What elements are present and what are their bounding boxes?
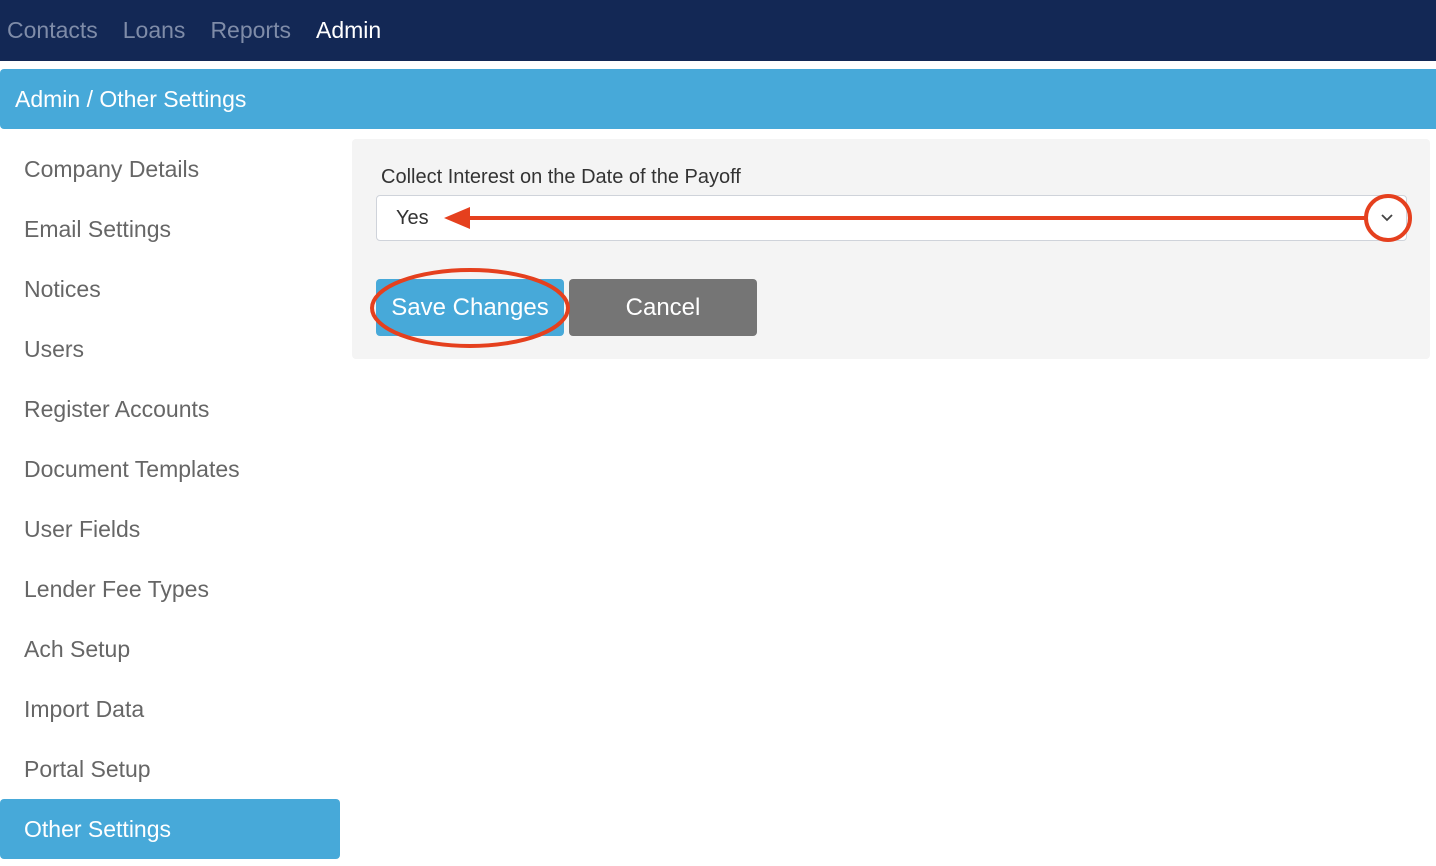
nav-contacts[interactable]: Contacts: [7, 17, 98, 44]
sidebar-item-notices[interactable]: Notices: [0, 259, 340, 319]
collect-interest-label: Collect Interest on the Date of the Payo…: [381, 166, 741, 188]
cancel-button[interactable]: Cancel: [569, 279, 757, 336]
sidebar-item-register-accounts[interactable]: Register Accounts: [0, 379, 340, 439]
nav-reports[interactable]: Reports: [210, 17, 291, 44]
breadcrumb: Admin / Other Settings: [0, 69, 1436, 129]
sidebar-item-document-templates[interactable]: Document Templates: [0, 439, 340, 499]
nav-admin[interactable]: Admin: [316, 17, 381, 44]
sidebar-item-company-details[interactable]: Company Details: [0, 139, 340, 199]
sidebar-item-user-fields[interactable]: User Fields: [0, 499, 340, 559]
sidebar-item-users[interactable]: Users: [0, 319, 340, 379]
settings-panel: Collect Interest on the Date of the Payo…: [352, 139, 1430, 359]
sidebar-item-portal-setup[interactable]: Portal Setup: [0, 739, 340, 799]
save-changes-button[interactable]: Save Changes: [376, 279, 564, 336]
sidebar-item-ach-setup[interactable]: Ach Setup: [0, 619, 340, 679]
nav-loans[interactable]: Loans: [123, 17, 186, 44]
select-value: Yes: [396, 206, 429, 229]
sidebar-item-email-settings[interactable]: Email Settings: [0, 199, 340, 259]
sidebar: Company Details Email Settings Notices U…: [0, 139, 340, 859]
top-navigation: Contacts Loans Reports Admin: [0, 0, 1436, 61]
sidebar-item-lender-fee-types[interactable]: Lender Fee Types: [0, 559, 340, 619]
chevron-down-icon: [1381, 214, 1393, 222]
collect-interest-select[interactable]: Yes: [376, 195, 1407, 241]
breadcrumb-text: Admin / Other Settings: [15, 85, 247, 112]
sidebar-item-import-data[interactable]: Import Data: [0, 679, 340, 739]
sidebar-item-other-settings[interactable]: Other Settings: [0, 799, 340, 859]
